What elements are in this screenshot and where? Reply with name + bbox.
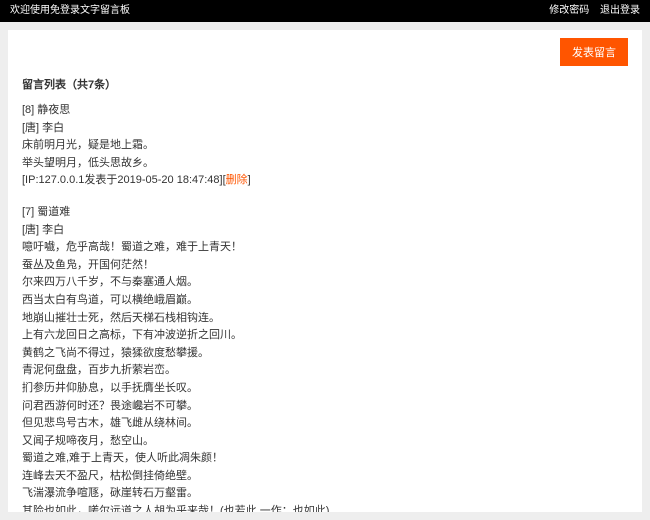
delete-link[interactable]: 删除 — [226, 174, 248, 186]
logout-link[interactable]: 退出登录 — [600, 5, 640, 16]
message-body: 床前明月光，疑是地上霜。 举头望明月，低头思故乡。 — [22, 137, 628, 172]
message-index: [7] 蜀道难 — [22, 204, 628, 222]
list-title: 留言列表（共7条） — [22, 76, 628, 92]
welcome-text: 欢迎使用免登录文字留言板 — [10, 0, 130, 22]
message-author: [唐] 李白 — [22, 222, 628, 240]
message-index: [8] 静夜思 — [22, 102, 628, 120]
message-list: [8] 静夜思[唐] 李白床前明月光，疑是地上霜。 举头望明月，低头思故乡。[I… — [22, 102, 628, 512]
message-body: 噫吁嚱，危乎高哉！蜀道之难，难于上青天！ 蚕丛及鱼凫，开国何茫然！ 尔来四万八千… — [22, 239, 628, 512]
message-item: [7] 蜀道难[唐] 李白噫吁嚱，危乎高哉！蜀道之难，难于上青天！ 蚕丛及鱼凫，… — [22, 204, 628, 512]
top-bar: 欢迎使用免登录文字留言板 修改密码 退出登录 — [0, 0, 650, 22]
message-author: [唐] 李白 — [22, 120, 628, 138]
main-panel: 发表留言 留言列表（共7条） [8] 静夜思[唐] 李白床前明月光，疑是地上霜。… — [8, 30, 642, 512]
change-password-link[interactable]: 修改密码 — [549, 5, 589, 16]
topbar-right: 修改密码 退出登录 — [541, 0, 640, 22]
message-meta: [IP:127.0.0.1发表于2019-05-20 18:47:48][删除] — [22, 172, 628, 190]
message-item: [8] 静夜思[唐] 李白床前明月光，疑是地上霜。 举头望明月，低头思故乡。[I… — [22, 102, 628, 190]
post-message-button[interactable]: 发表留言 — [560, 38, 628, 66]
button-row: 发表留言 — [22, 38, 628, 66]
